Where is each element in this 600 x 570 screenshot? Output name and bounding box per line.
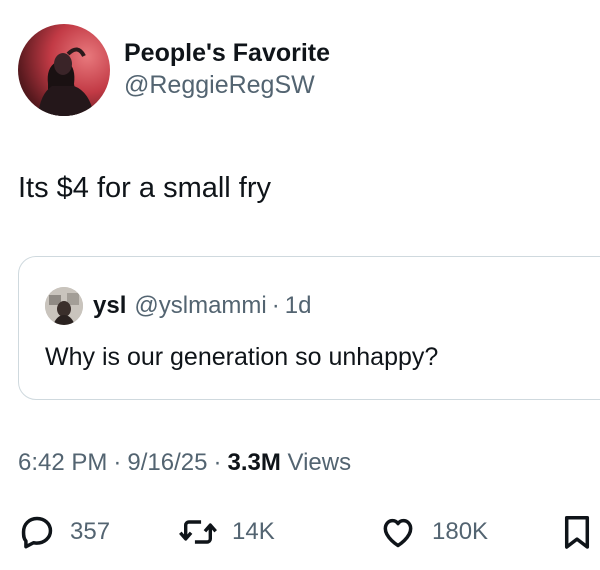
views-label: Views [287, 449, 352, 476]
action-bar: 357 14K 180K [18, 510, 598, 554]
quoted-timestamp[interactable]: 1d [285, 292, 312, 320]
author-handle[interactable]: @ReggieRegSW [124, 69, 330, 101]
quoted-separator: · [271, 292, 280, 319]
tweet-date[interactable]: 9/16/25 [127, 449, 207, 476]
bookmark-icon [564, 516, 590, 549]
meta-separator: · [213, 449, 222, 476]
quoted-tweet-text: Why is our generation so unhappy? [45, 343, 439, 371]
like-button[interactable]: 180K [378, 510, 488, 554]
heart-icon [383, 518, 413, 548]
quoted-handle[interactable]: @yslmammi [134, 292, 266, 320]
quoted-avatar-photo-icon [45, 287, 83, 325]
author-display-name[interactable]: People's Favorite [124, 37, 330, 69]
tweet-text: Its $4 for a small fry [18, 172, 272, 204]
tweet-header: People's Favorite @ReggieRegSW [18, 24, 330, 116]
views-count: 3.3M [227, 449, 281, 476]
repost-icon [179, 520, 217, 544]
quoted-author-avatar[interactable] [45, 287, 83, 325]
repost-count: 14K [232, 518, 275, 545]
reply-icon [21, 516, 53, 549]
bookmark-button[interactable] [560, 510, 594, 554]
reply-count: 357 [70, 518, 111, 545]
avatar-photo-icon [38, 47, 94, 116]
tweet-time[interactable]: 6:42 PM [18, 449, 107, 476]
quoted-tweet-header: ysl @yslmammi · 1d [45, 287, 311, 325]
quoted-display-name[interactable]: ysl [93, 292, 126, 320]
tweet-meta: 6:42 PM · 9/16/25 · 3.3M Views [18, 447, 351, 479]
repost-button[interactable]: 14K [178, 510, 275, 554]
reply-button[interactable]: 357 [18, 510, 110, 554]
meta-separator: · [113, 449, 122, 476]
like-count: 180K [432, 518, 489, 545]
author-avatar[interactable] [18, 24, 110, 116]
quoted-tweet-card[interactable]: ysl @yslmammi · 1d Why is our generation… [18, 256, 600, 400]
